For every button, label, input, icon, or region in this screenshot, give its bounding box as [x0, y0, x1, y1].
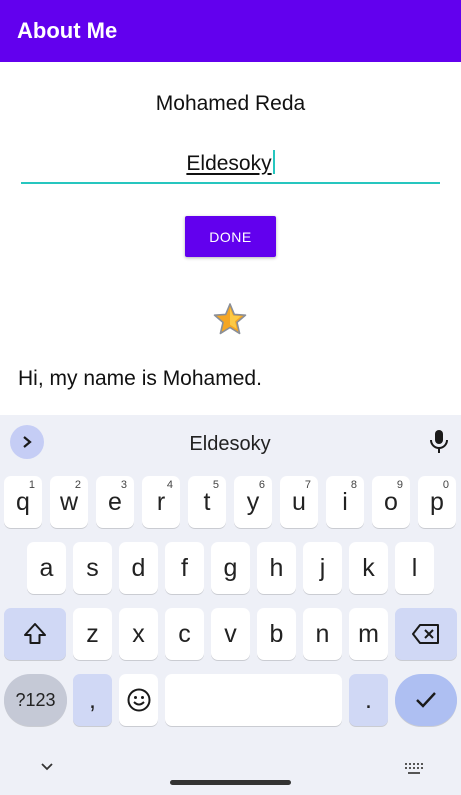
key-j[interactable]: j — [303, 542, 342, 594]
enter-key[interactable] — [395, 674, 457, 726]
key-e[interactable]: e3 — [96, 476, 134, 528]
key-b[interactable]: b — [257, 608, 296, 660]
key-r[interactable]: r4 — [142, 476, 180, 528]
soft-keyboard: Eldesoky q1 w2 e3 r4 t5 y6 u7 i8 o9 p0 a… — [0, 415, 461, 795]
app-title: About Me — [17, 18, 118, 43]
key-i[interactable]: i8 — [326, 476, 364, 528]
emoji-icon — [127, 688, 150, 712]
nickname-input[interactable]: Eldesoky — [21, 146, 440, 184]
star-icon — [213, 303, 247, 335]
chevron-right-icon — [23, 436, 32, 448]
shift-icon — [24, 623, 46, 644]
key-s[interactable]: s — [73, 542, 112, 594]
text-cursor — [272, 150, 275, 174]
key-l[interactable]: l — [395, 542, 434, 594]
key-z[interactable]: z — [73, 608, 112, 660]
symbols-key[interactable]: ?123 — [4, 674, 67, 726]
comma-key[interactable]: , — [73, 674, 112, 726]
key-k[interactable]: k — [349, 542, 388, 594]
key-q[interactable]: q1 — [4, 476, 42, 528]
key-d[interactable]: d — [119, 542, 158, 594]
space-key[interactable] — [165, 674, 342, 726]
key-f[interactable]: f — [165, 542, 204, 594]
bio-text: Hi, my name is Mohamed. — [18, 367, 262, 390]
key-m[interactable]: m — [349, 608, 388, 660]
key-w[interactable]: w2 — [50, 476, 88, 528]
emoji-key[interactable] — [119, 674, 158, 726]
key-x[interactable]: x — [119, 608, 158, 660]
key-o[interactable]: o9 — [372, 476, 410, 528]
key-c[interactable]: c — [165, 608, 204, 660]
name-text: Mohamed Reda — [155, 92, 306, 115]
key-y[interactable]: y6 — [234, 476, 272, 528]
key-a[interactable]: a — [27, 542, 66, 594]
checkmark-icon — [416, 692, 436, 708]
key-u[interactable]: u7 — [280, 476, 318, 528]
word-suggestion[interactable]: Eldesoky — [130, 433, 330, 456]
nickname-value: Eldesoky — [186, 152, 272, 175]
mic-icon[interactable] — [428, 429, 450, 455]
key-p[interactable]: p0 — [418, 476, 456, 528]
period-key[interactable]: . — [349, 674, 388, 726]
keyboard-switch-icon[interactable] — [404, 762, 424, 776]
app-bar: About Me — [0, 0, 461, 62]
shift-key[interactable] — [4, 608, 66, 660]
backspace-icon — [412, 624, 439, 644]
backspace-key[interactable] — [395, 608, 457, 660]
home-indicator[interactable] — [170, 780, 291, 785]
key-v[interactable]: v — [211, 608, 250, 660]
suggestion-expand-button[interactable] — [10, 425, 44, 459]
done-button[interactable]: DONE — [185, 216, 276, 257]
key-n[interactable]: n — [303, 608, 342, 660]
chevron-down-icon[interactable] — [38, 761, 56, 773]
key-h[interactable]: h — [257, 542, 296, 594]
key-g[interactable]: g — [211, 542, 250, 594]
key-t[interactable]: t5 — [188, 476, 226, 528]
